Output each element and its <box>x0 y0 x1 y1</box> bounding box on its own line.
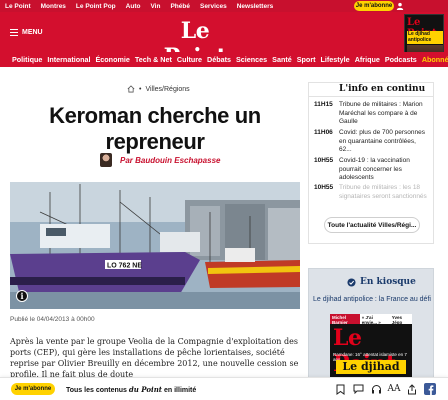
bookmark-icon[interactable] <box>333 382 347 396</box>
nav-item-afrique[interactable]: Afrique <box>355 55 380 64</box>
nav-item-culture[interactable]: Culture <box>177 55 202 64</box>
article-photo: LO 762 NE <box>10 182 300 309</box>
nav-item-lifestyle[interactable]: Lifestyle <box>321 55 350 64</box>
live-news-text: Covid-19 : la vaccination pourrait conce… <box>339 157 410 181</box>
cover-topline: Michel Barnier « J'ai envie... » Yves Jé… <box>330 314 412 325</box>
toplink-newsletters[interactable]: Newsletters <box>232 3 279 10</box>
nav-item-podcasts[interactable]: Podcasts <box>385 55 417 64</box>
live-news-text: Tribune de militaires : Marion Maréchal … <box>339 101 423 125</box>
nav-item-abonnes[interactable]: Abonnés <box>422 55 448 64</box>
menu-button[interactable]: MENU <box>10 29 43 36</box>
user-icon[interactable] <box>396 2 404 10</box>
promo-text-start: Tous les contenus <box>66 387 129 394</box>
share-icon[interactable] <box>405 382 419 396</box>
toplink-montres[interactable]: Montres <box>36 3 71 10</box>
toplink-services[interactable]: Services <box>195 3 232 10</box>
author-name[interactable]: Par Baudouin Eschapasse <box>120 156 220 165</box>
top-links-bar: Le Point Montres Le Point Pop Auto Vin P… <box>0 0 448 12</box>
breadcrumb-section[interactable]: Villes/Régions <box>145 86 189 93</box>
comment-icon[interactable] <box>351 382 365 396</box>
live-news-title: L'info en continu <box>339 84 426 94</box>
menu-label: MENU <box>22 29 43 36</box>
harbor-boats-image: LO 762 NE <box>10 182 300 309</box>
photo-info-button[interactable]: i <box>16 290 28 302</box>
live-news-text: Tribune de militaires : les 18 signatair… <box>339 184 427 200</box>
live-news-time: 10H55 <box>314 184 334 191</box>
live-news-time: 10H55 <box>314 157 334 164</box>
live-news-item[interactable]: 11H06 Covid: plus de 700 personnes en qu… <box>314 129 430 155</box>
cover-topline-item: Yves Jégo <box>391 315 403 325</box>
facebook-icon[interactable] <box>423 382 437 396</box>
article-author: Par Baudouin Eschapasse <box>100 153 220 167</box>
cover-topline-item: Michel Barnier <box>330 314 360 325</box>
toplink-vin[interactable]: Vin <box>145 3 165 10</box>
live-news-time: 11H15 <box>314 101 333 108</box>
kiosk-subtitle[interactable]: Le djihad antipolice : la France au défi <box>313 296 431 303</box>
kiosk-icon <box>347 277 356 287</box>
divider <box>308 96 434 97</box>
author-avatar <box>100 153 112 167</box>
live-news-text: Covid: plus de 700 personnes en quaranta… <box>339 129 426 153</box>
site-header: MENU Le Point Le Point Le djihad antipol… <box>0 12 448 70</box>
main-nav: Politique International Économie Tech & … <box>0 52 448 67</box>
nav-item-economie[interactable]: Économie <box>96 55 130 64</box>
article-body: Après la vente par le groupe Veolia de l… <box>10 337 299 379</box>
home-icon[interactable] <box>127 85 135 93</box>
all-news-button[interactable]: Toute l'actualité Villes/Régi... <box>324 217 420 233</box>
nav-item-tech-net[interactable]: Tech & Net <box>135 55 172 64</box>
live-news-item[interactable]: 10H55 Covid-19 : la vaccination pourrait… <box>314 157 430 183</box>
toplink-phebe[interactable]: Phébé <box>165 3 195 10</box>
live-news-item[interactable]: 10H55 Tribune de militaires : les 18 sig… <box>314 184 430 201</box>
headphones-icon[interactable] <box>369 382 383 396</box>
text-size-icon[interactable]: AA <box>387 382 401 396</box>
subscribe-button[interactable]: Je m'abonne <box>354 1 394 11</box>
published-date: Publié le 04/04/2013 à 00h00 <box>10 316 95 323</box>
cover-banner: Le djihad <box>336 360 406 374</box>
live-news-time: 11H06 <box>314 129 333 136</box>
nav-item-sciences[interactable]: Sciences <box>236 55 267 64</box>
nav-item-debats[interactable]: Débats <box>207 55 231 64</box>
toplink-le-point[interactable]: Le Point <box>0 3 36 10</box>
nav-item-sante[interactable]: Santé <box>272 55 292 64</box>
hamburger-icon <box>10 29 18 36</box>
article-title: Keroman cherche un repreneur <box>49 103 261 154</box>
cover-topline-item: « J'ai envie... » <box>361 315 381 325</box>
live-news-item[interactable]: 11H15 Tribune de militaires : Marion Mar… <box>314 101 430 127</box>
nav-item-politique[interactable]: Politique <box>12 55 42 64</box>
kiosk-heading[interactable]: En kiosque <box>347 277 416 287</box>
nav-item-sport[interactable]: Sport <box>297 55 316 64</box>
promo-text-brand: du Point <box>128 385 163 394</box>
nav-item-international[interactable]: International <box>47 55 90 64</box>
bottom-subscribe-button[interactable]: Je m'abonne <box>11 383 55 395</box>
toplink-le-point-pop[interactable]: Le Point Pop <box>71 3 121 10</box>
toplink-auto[interactable]: Auto <box>121 3 146 10</box>
breadcrumb-separator: • <box>139 85 142 93</box>
subscribe-promo[interactable]: Tous les contenus du Point en illimité <box>66 385 196 394</box>
boat-registration: LO 762 NE <box>107 263 142 270</box>
sticky-bottom-bar: Je m'abonne Tous les contenus du Point e… <box>0 377 448 400</box>
promo-text-end: en illimité <box>162 387 197 394</box>
breadcrumb: • Villes/Régions <box>127 85 190 93</box>
kiosk-title: En kiosque <box>360 277 416 287</box>
article-toolbar: AA <box>333 382 441 396</box>
cover-headline: Le djihad antipolice <box>407 31 443 44</box>
